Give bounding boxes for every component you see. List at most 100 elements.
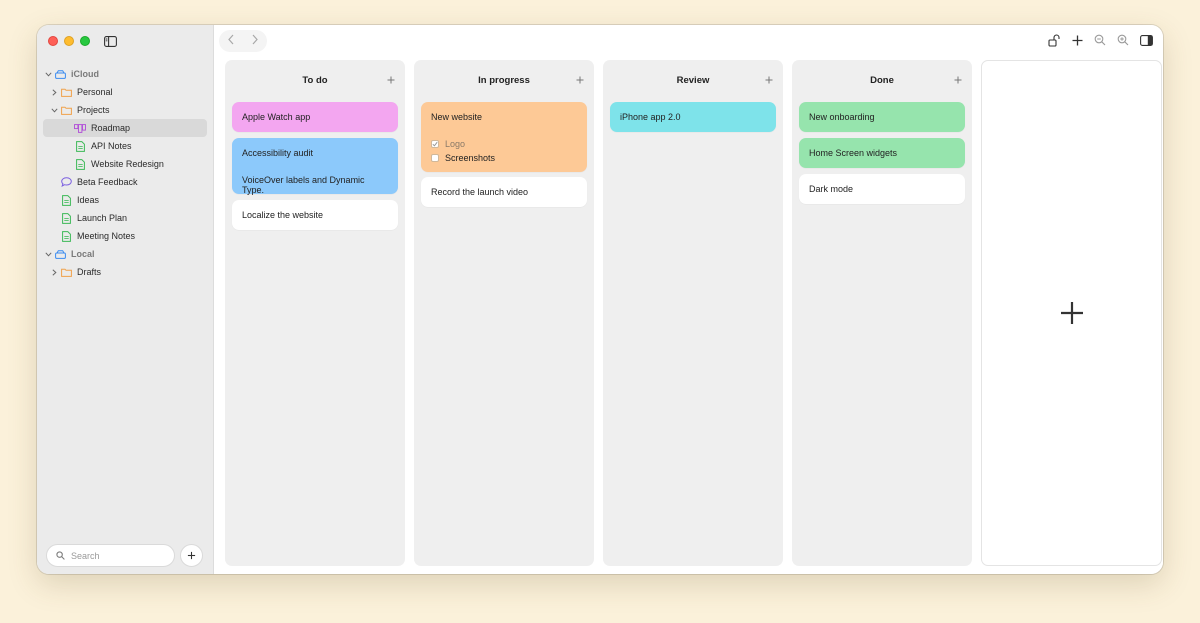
add-card-button[interactable]: [576, 75, 584, 85]
checklist-item: Logo: [431, 139, 577, 149]
column-title: Review: [676, 75, 710, 86]
column-title: Done: [870, 75, 894, 86]
plus-icon: [387, 76, 395, 84]
board-icon: [73, 122, 87, 134]
checklist-item-label: Screenshots: [445, 153, 496, 163]
folder-icon: [59, 266, 73, 278]
sidebar-item-drafts[interactable]: Drafts: [43, 263, 207, 281]
card-description: VoiceOver labels and Dynamic Type.: [242, 175, 365, 195]
sidebar-item-label: Beta Feedback: [77, 177, 138, 187]
sidebar-item-ideas[interactable]: Ideas: [43, 191, 207, 209]
close-window-button[interactable]: [48, 36, 58, 46]
sidebar-item-local[interactable]: Local: [43, 245, 207, 263]
card-title: Apple Watch app: [242, 112, 311, 122]
card-title: New onboarding: [809, 112, 875, 122]
plus-icon: [765, 76, 773, 84]
add-card-button[interactable]: [1070, 33, 1084, 47]
sidebar-item-label: Local: [71, 249, 95, 259]
main-content: To do Apple Watch app Accessibility audit V…: [215, 25, 1163, 574]
card-checklist: Logo Screenshots: [431, 139, 577, 163]
zoom-in-button[interactable]: [1116, 33, 1130, 47]
chevron-left-icon: [228, 34, 234, 45]
checklist-item-label: Logo: [445, 139, 466, 149]
sidebar-item-launch-plan[interactable]: Launch Plan: [43, 209, 207, 227]
chevron-right-icon: [252, 34, 258, 45]
chevron-right-icon[interactable]: [49, 88, 59, 96]
document-icon: [59, 194, 73, 206]
forward-button[interactable]: [251, 32, 259, 50]
card-record-the-launch-video[interactable]: Record the launch video: [421, 177, 587, 207]
sidebar-item-projects[interactable]: Projects: [43, 101, 207, 119]
checklist-item: Screenshots: [431, 153, 577, 163]
card-home-screen-widgets[interactable]: Home Screen widgets: [799, 138, 965, 168]
card-new-onboarding[interactable]: New onboarding: [799, 102, 965, 132]
sidebar-item-beta-feedback[interactable]: Beta Feedback: [43, 173, 207, 191]
window-controls: [48, 36, 90, 46]
add-column-button[interactable]: [981, 60, 1162, 566]
sidebar-item-label: Launch Plan: [77, 213, 128, 223]
zoom-window-button[interactable]: [80, 36, 90, 46]
zoom-out-icon: [1094, 34, 1106, 46]
card-localize-the-website[interactable]: Localize the website: [232, 200, 398, 230]
card-apple-watch-app[interactable]: Apple Watch app: [232, 102, 398, 132]
chevron-down-icon[interactable]: [49, 107, 59, 113]
checkbox[interactable]: [431, 154, 439, 162]
card-title: Dark mode: [809, 184, 854, 194]
sidebar-item-personal[interactable]: Personal: [43, 83, 207, 101]
sidebar-item-api-notes[interactable]: API Notes: [43, 137, 207, 155]
card-title: New website: [431, 112, 483, 122]
navigation-buttons: [219, 30, 267, 52]
card-new-website[interactable]: New website Logo Screenshots: [421, 102, 587, 172]
lock-open-icon: [1047, 33, 1060, 47]
add-card-button[interactable]: [954, 75, 962, 85]
card-title: Home Screen widgets: [809, 148, 898, 158]
chevron-down-icon[interactable]: [43, 71, 53, 77]
sidebar-item-label: Drafts: [77, 267, 102, 277]
search-input[interactable]: [71, 550, 161, 561]
chevron-right-icon[interactable]: [49, 268, 59, 276]
sidebar-item-label: Roadmap: [91, 123, 131, 133]
sidebar-item-label: API Notes: [91, 141, 132, 151]
plus-icon: [954, 76, 962, 84]
plus-icon: [187, 551, 196, 560]
card-iphone-app-2-0[interactable]: iPhone app 2.0: [610, 102, 776, 132]
back-button[interactable]: [227, 32, 235, 50]
sidebar-toggle-button[interactable]: [100, 32, 120, 50]
card-title: Record the launch video: [431, 187, 529, 197]
search-field[interactable]: [46, 544, 175, 567]
zoom-out-button[interactable]: [1093, 33, 1107, 47]
sidebar-item-meeting-notes[interactable]: Meeting Notes: [43, 227, 207, 245]
sidebar-item-label: Meeting Notes: [77, 231, 136, 241]
minimize-window-button[interactable]: [64, 36, 74, 46]
chat-bubble-icon: [59, 176, 73, 188]
inspector-toggle-button[interactable]: [1139, 33, 1153, 47]
sidebar-item-roadmap[interactable]: Roadmap: [43, 119, 207, 137]
checkmark-icon: [432, 141, 438, 147]
plus-icon: [1060, 302, 1083, 324]
sidebar-item-icloud[interactable]: iCloud: [43, 65, 207, 83]
document-icon: [59, 212, 73, 224]
column-in-progress: In progress New website Logo Screenshots Rec…: [414, 60, 594, 566]
checkbox-checked[interactable]: [431, 140, 439, 148]
card-accessibility-audit[interactable]: Accessibility audit VoiceOver labels and …: [232, 138, 398, 195]
sidebar-item-label: Projects: [77, 105, 110, 115]
folder-icon: [59, 86, 73, 98]
card-title: Localize the website: [242, 210, 324, 220]
sidebar-item-label: iCloud: [71, 69, 99, 79]
lock-button[interactable]: [1047, 33, 1061, 47]
sidebar-toggle-icon: [103, 35, 117, 47]
plus-icon: [1072, 35, 1082, 45]
card-dark-mode[interactable]: Dark mode: [799, 174, 965, 204]
cloud-drive-icon: [53, 68, 67, 80]
add-card-button[interactable]: [387, 75, 395, 85]
drive-icon: [53, 248, 67, 260]
search-icon: [56, 551, 65, 560]
document-icon: [73, 140, 87, 152]
sidebar-item-label: Website Redesign: [91, 159, 164, 169]
sidebar-tree: iCloud Personal Projects Roadmap API Notes We…: [43, 65, 207, 281]
folder-icon: [59, 104, 73, 116]
sidebar-item-website-redesign[interactable]: Website Redesign: [43, 155, 207, 173]
chevron-down-icon[interactable]: [43, 251, 53, 257]
add-item-button[interactable]: [180, 544, 203, 567]
add-card-button[interactable]: [765, 75, 773, 85]
